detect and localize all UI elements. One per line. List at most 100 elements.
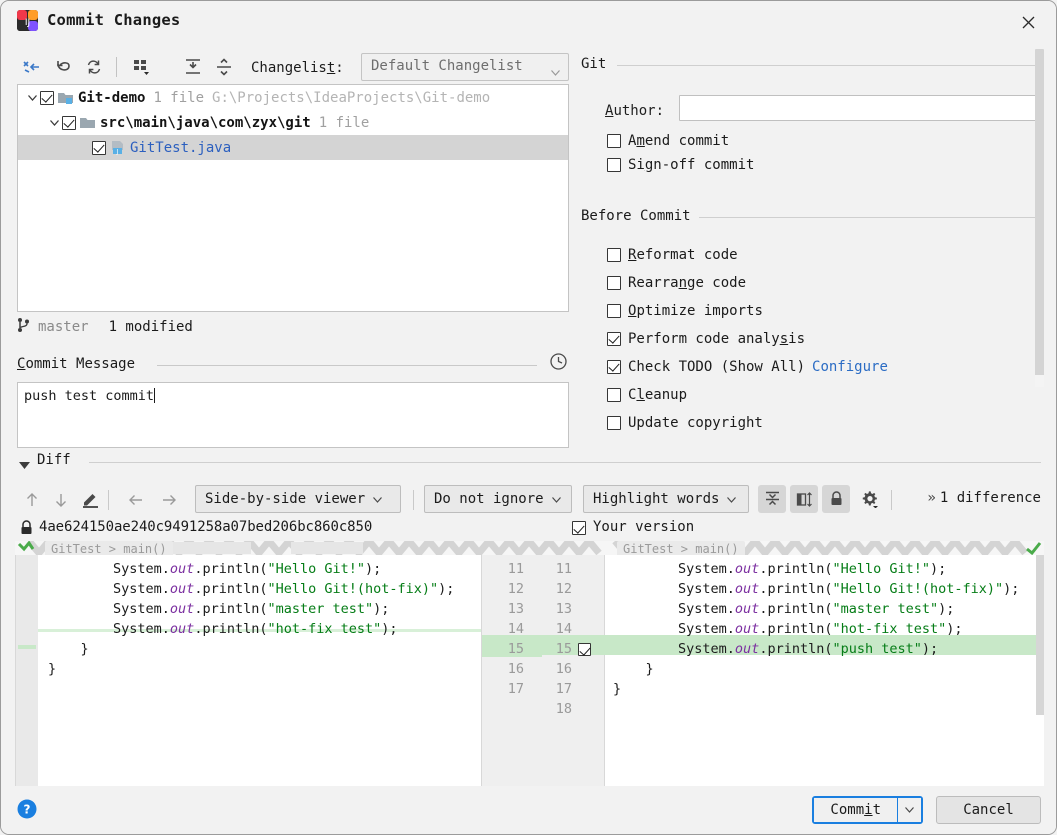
tree-item-path: G:\Projects\IdeaProjects\Git-demo [212, 89, 491, 106]
revert-icon[interactable] [51, 55, 77, 79]
tree-row[interactable]: Git-demo 1 file G:\Projects\IdeaProjects… [18, 85, 568, 110]
option-reformat-code[interactable]: Reformat code [607, 245, 738, 264]
code-line: } [48, 661, 57, 677]
checkbox[interactable] [607, 359, 621, 374]
viewer-mode-value: Side-by-side viewer [205, 491, 366, 507]
group-by-icon[interactable] [129, 55, 155, 79]
checkbox[interactable] [607, 275, 621, 290]
checkbox[interactable] [607, 331, 621, 346]
diff-right-pane[interactable]: System.out.println("Hello Git!"); System… [605, 555, 1044, 786]
tree-checkbox[interactable] [62, 115, 76, 130]
code-line: System.out.println("Hello Git!(hot-fix)"… [613, 581, 1020, 597]
show-diff-icon[interactable] [19, 55, 45, 79]
diff-left-pane[interactable]: System.out.println("Hello Git!"); System… [15, 555, 482, 786]
section-divider [157, 365, 537, 366]
compare-side-icon[interactable] [790, 485, 818, 513]
option-rearrange-code[interactable]: Rearrange code [607, 273, 746, 292]
help-circle-icon[interactable]: ? [17, 799, 37, 819]
branch-status: master 1 modified [17, 316, 193, 338]
option-label: Perform code analysis [628, 330, 806, 347]
checkbox[interactable] [607, 133, 621, 148]
changes-tree[interactable]: Git-demo 1 file G:\Projects\IdeaProjects… [17, 84, 569, 312]
refresh-icon[interactable] [81, 55, 107, 79]
changelist-select[interactable]: Default Changelist [361, 53, 569, 81]
highlight-mode-select[interactable]: Highlight words [583, 485, 749, 513]
code-line: System.out.println("Hello Git!"); [48, 561, 382, 577]
triangle-down-icon[interactable] [19, 458, 30, 469]
commit-message-input[interactable]: push test commit [17, 382, 569, 448]
code-line: } [48, 641, 89, 657]
ignore-mode-select[interactable]: Do not ignore [424, 485, 572, 513]
chevron-down-icon[interactable] [24, 85, 40, 110]
diff-folded-strip: GitTest > main() GitTest > main() [15, 535, 1044, 559]
cancel-button[interactable]: Cancel [936, 796, 1041, 824]
ignore-mode-value: Do not ignore [434, 491, 544, 507]
option-cleanup[interactable]: Cleanup [607, 385, 687, 404]
commit-dropdown-button[interactable] [897, 798, 921, 822]
changelist-label: Changelist: [251, 60, 344, 76]
left-change-marker [18, 645, 36, 649]
svg-text:?: ? [24, 803, 31, 817]
collapse-unchanged-icon[interactable] [758, 485, 786, 513]
before-commit-group-title: Before Commit [581, 208, 699, 224]
close-icon[interactable] [1010, 7, 1046, 37]
option-check-todo[interactable]: Check TODO (Show All) Configure [607, 357, 888, 376]
tree-row[interactable]: J GitTest.java [18, 135, 568, 160]
right-line-number: 18 [555, 701, 572, 717]
branch-icon [17, 317, 31, 337]
configure-link[interactable]: Configure [812, 359, 888, 375]
option-update-copyright[interactable]: Update copyright [607, 413, 763, 432]
difference-count: » 1 difference [927, 490, 1041, 506]
clock-icon[interactable] [549, 352, 569, 372]
code-line: } [613, 661, 654, 677]
chevron-down-icon [373, 491, 383, 507]
checkbox[interactable] [607, 157, 621, 172]
right-line-number: 11 [555, 561, 572, 577]
tree-checkbox[interactable] [40, 90, 54, 105]
code-line: System.out.println("Hello Git!"); [613, 561, 947, 577]
arrow-left-icon[interactable] [123, 487, 149, 512]
left-line-number: 13 [507, 601, 524, 617]
checkbox[interactable] [607, 303, 621, 318]
arrow-up-icon[interactable] [19, 487, 45, 512]
option-sign-off-commit[interactable]: Sign-off commit [607, 155, 754, 174]
viewer-mode-select[interactable]: Side-by-side viewer [195, 485, 401, 513]
expand-all-icon[interactable] [180, 55, 206, 79]
arrow-down-icon[interactable] [48, 487, 74, 512]
git-options-scrollbar[interactable] [1035, 49, 1044, 387]
settings-gear-icon[interactable] [856, 485, 884, 513]
option-amend-commit[interactable]: Amend commit [607, 131, 729, 150]
module-folder-icon [57, 90, 75, 106]
your-version-checkbox[interactable] [572, 521, 586, 535]
section-divider [89, 462, 1041, 463]
tree-row[interactable]: src\main\java\com\zyx\git 1 file [18, 110, 568, 135]
scrollbar-thumb[interactable] [1035, 375, 1044, 387]
diff-line-number-gutter: 11 12 13 14 15 16 17 11 12 13 14 15 16 1… [481, 555, 606, 786]
chevron-down-icon [727, 491, 737, 507]
diff-toolbar: Side-by-side viewer Do not ignore Highli… [19, 484, 1041, 516]
checkbox[interactable] [607, 387, 621, 402]
commit-button[interactable]: Comm i t [814, 798, 897, 822]
lock-icon [19, 520, 34, 536]
chevron-down-icon[interactable] [46, 110, 62, 135]
checkbox[interactable] [607, 415, 621, 430]
checkbox[interactable] [607, 247, 621, 262]
section-divider [699, 217, 1036, 218]
left-change-gutter [16, 555, 38, 786]
author-field[interactable] [679, 95, 1039, 121]
code-line: } [613, 681, 622, 697]
commit-button-group[interactable]: Comm i t [812, 796, 923, 824]
option-optimize-imports[interactable]: Optimize imports [607, 301, 763, 320]
lock-icon[interactable] [822, 485, 850, 513]
collapse-all-icon[interactable] [211, 55, 237, 79]
option-label: Rearrange code [628, 274, 747, 291]
commit-message-label: Commit Message [17, 356, 144, 372]
code-line: System.out.println("Hello Git!(hot-fix)"… [48, 581, 455, 597]
tree-checkbox[interactable] [92, 140, 106, 155]
accept-change-checkbox[interactable] [578, 643, 591, 656]
left-line-number: 14 [507, 621, 524, 637]
edit-pencil-icon[interactable] [77, 487, 103, 512]
arrow-right-icon[interactable] [156, 487, 182, 512]
option-perform-code-analysis[interactable]: Perform code analysis [607, 329, 805, 348]
diff-scrollbar[interactable] [1036, 555, 1044, 715]
